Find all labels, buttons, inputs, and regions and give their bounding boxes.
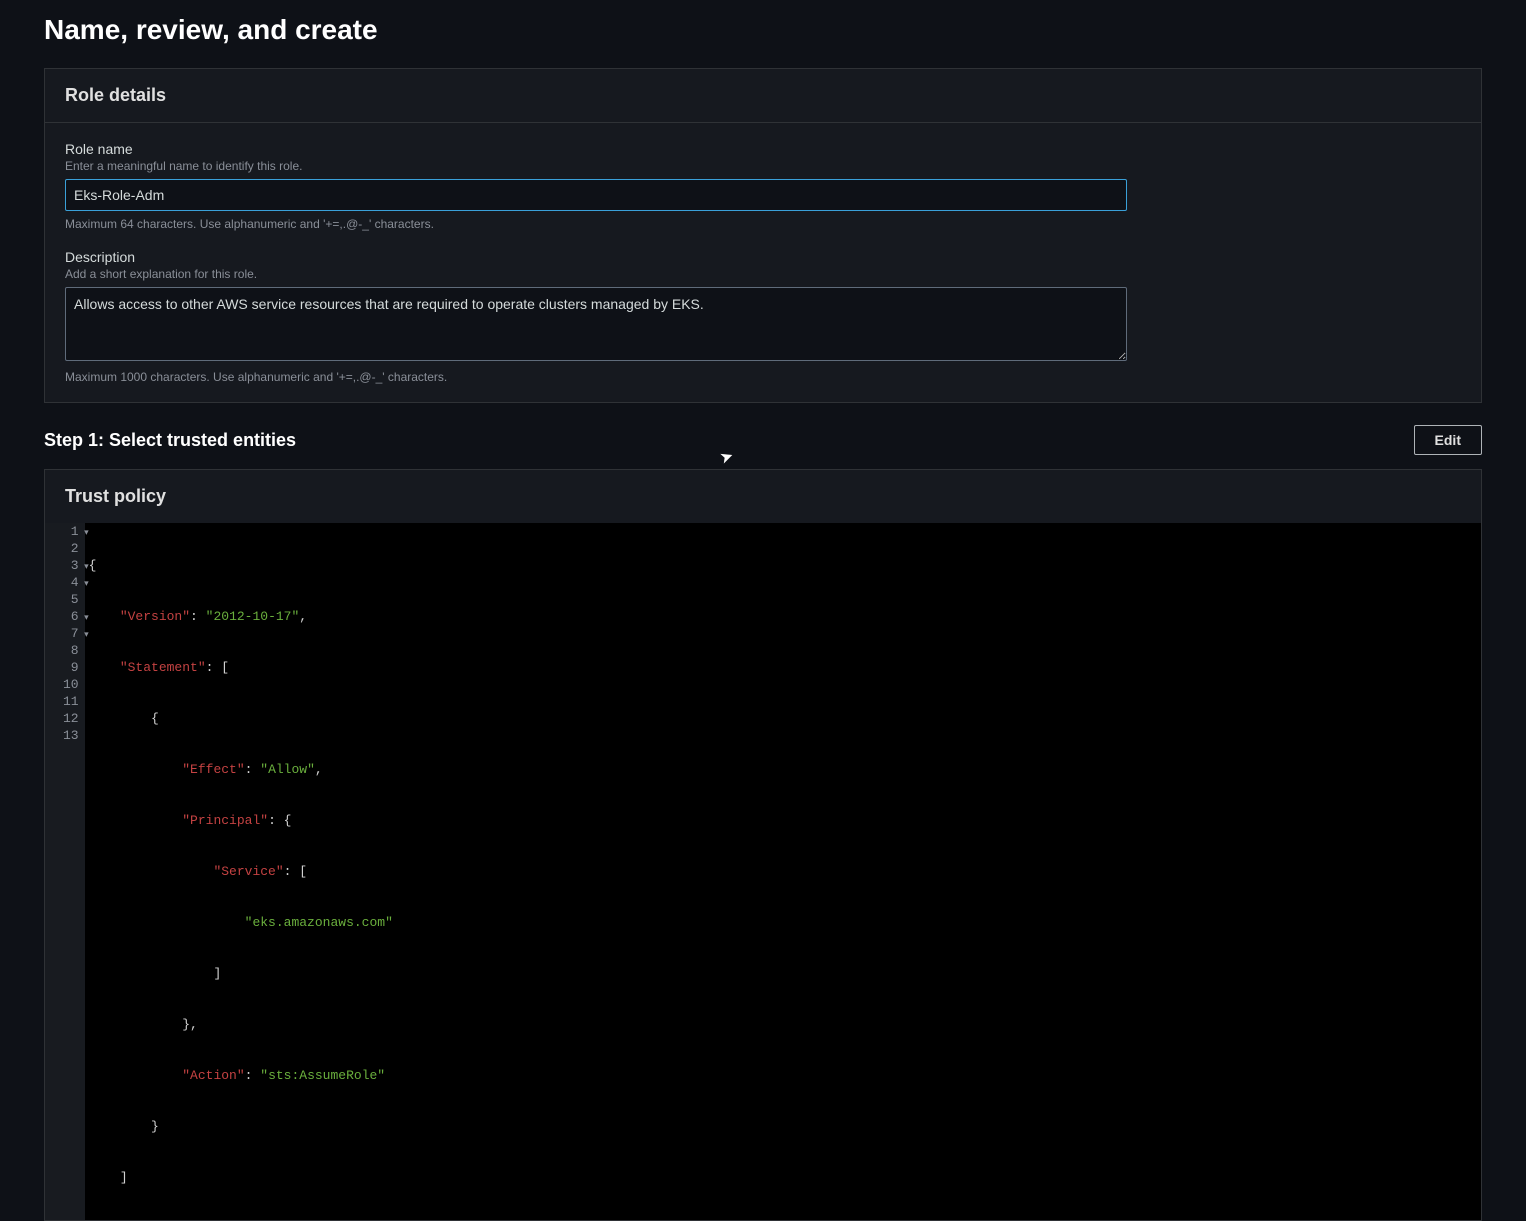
policy-service: "eks.amazonaws.com"	[245, 915, 393, 930]
code-gutter: 1▾ 2 3▾ 4▾ 5 6▾ 7▾ 8 9 10 11 12 13	[45, 523, 85, 1220]
policy-effect: "Allow"	[260, 762, 315, 777]
role-details-header: Role details	[45, 69, 1481, 123]
step1-title: Step 1: Select trusted entities	[44, 430, 296, 451]
description-constraint: Maximum 1000 characters. Use alphanumeri…	[65, 370, 1461, 384]
trust-policy-header: Trust policy	[45, 470, 1481, 523]
code-content[interactable]: { "Version": "2012-10-17", "Statement": …	[85, 523, 1481, 1220]
role-name-label: Role name	[65, 141, 1461, 157]
page-title: Name, review, and create	[44, 14, 1482, 46]
description-label: Description	[65, 249, 1461, 265]
role-name-field: Role name Enter a meaningful name to ide…	[65, 141, 1461, 231]
description-field: Description Add a short explanation for …	[65, 249, 1461, 384]
trust-policy-title: Trust policy	[65, 486, 166, 506]
step1-header-row: Step 1: Select trusted entities Edit	[44, 425, 1482, 455]
role-details-panel: Role details Role name Enter a meaningfu…	[44, 68, 1482, 403]
policy-action: "sts:AssumeRole"	[260, 1068, 385, 1083]
description-hint: Add a short explanation for this role.	[65, 267, 1461, 281]
role-details-title: Role details	[65, 85, 166, 105]
trust-policy-panel: Trust policy 1▾ 2 3▾ 4▾ 5 6▾ 7▾ 8 9 10 1…	[44, 469, 1482, 1221]
policy-version: "2012-10-17"	[206, 609, 300, 624]
role-name-hint: Enter a meaningful name to identify this…	[65, 159, 1461, 173]
role-name-constraint: Maximum 64 characters. Use alphanumeric …	[65, 217, 1461, 231]
edit-button[interactable]: Edit	[1414, 425, 1482, 455]
role-name-input[interactable]	[65, 179, 1127, 211]
description-input[interactable]	[65, 287, 1127, 361]
trust-policy-editor[interactable]: 1▾ 2 3▾ 4▾ 5 6▾ 7▾ 8 9 10 11 12 13 { "Ve…	[45, 523, 1481, 1220]
